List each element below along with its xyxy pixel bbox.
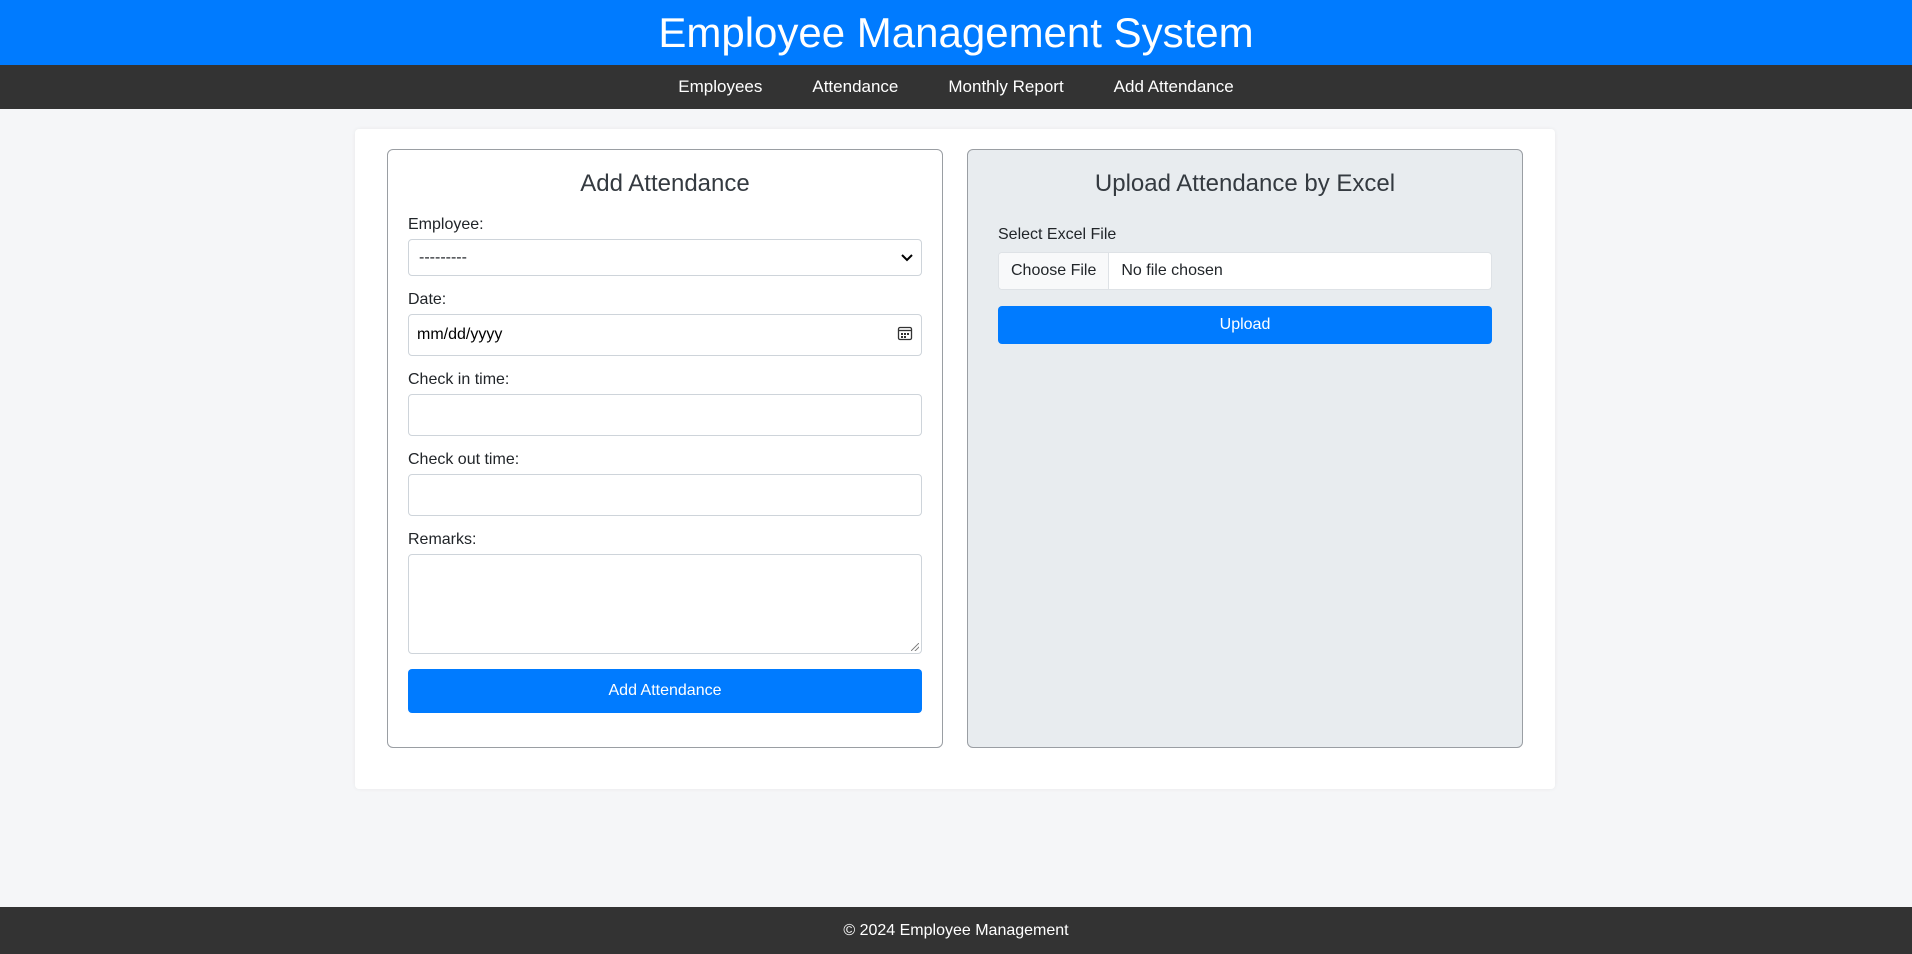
nav-item-attendance[interactable]: Attendance xyxy=(812,77,898,97)
employee-label: Employee: xyxy=(408,216,484,233)
excel-file-input[interactable]: Choose File No file chosen xyxy=(998,252,1492,290)
date-input[interactable]: mm/dd/yyyy xyxy=(408,314,922,356)
add-attendance-panel: Add Attendance Employee: --------- Date:… xyxy=(387,149,943,748)
app-title: Employee Management System xyxy=(658,8,1254,56)
nav-item-add-attendance[interactable]: Add Attendance xyxy=(1114,77,1234,97)
remarks-textarea[interactable] xyxy=(408,554,922,654)
add-attendance-form: Employee: --------- Date: mm/dd/yyyy Che… xyxy=(408,216,922,713)
main-container: Add Attendance Employee: --------- Date:… xyxy=(355,129,1555,789)
add-attendance-title: Add Attendance xyxy=(580,170,750,197)
upload-form: Select Excel File Choose File No file ch… xyxy=(998,226,1492,344)
app-header: Employee Management System xyxy=(0,0,1912,65)
date-label: Date: xyxy=(408,291,447,308)
check-out-label: Check out time: xyxy=(408,451,520,468)
upload-attendance-panel: Upload Attendance by Excel Select Excel … xyxy=(967,149,1523,748)
file-status-text: No file chosen xyxy=(1121,262,1223,279)
check-in-input[interactable] xyxy=(408,394,922,436)
choose-file-button[interactable]: Choose File xyxy=(999,253,1110,289)
resize-grip-icon[interactable] xyxy=(911,643,919,651)
nav-item-monthly-report[interactable]: Monthly Report xyxy=(948,77,1063,97)
remarks-label: Remarks: xyxy=(408,531,477,548)
chevron-down-icon xyxy=(901,249,913,267)
check-in-label: Check in time: xyxy=(408,371,510,388)
footer-text: © 2024 Employee Management xyxy=(843,921,1069,939)
employee-select[interactable]: --------- xyxy=(408,239,922,276)
date-placeholder: mm/dd/yyyy xyxy=(417,326,503,343)
add-attendance-button[interactable]: Add Attendance xyxy=(408,669,922,713)
check-out-input[interactable] xyxy=(408,474,922,516)
app-footer: © 2024 Employee Management xyxy=(0,907,1912,954)
calendar-icon[interactable] xyxy=(897,325,913,346)
nav-item-employees[interactable]: Employees xyxy=(678,77,762,97)
employee-select-value: --------- xyxy=(419,248,467,266)
upload-button[interactable]: Upload xyxy=(998,306,1492,344)
upload-attendance-title: Upload Attendance by Excel xyxy=(1094,170,1396,197)
excel-file-label: Select Excel File xyxy=(998,226,1117,243)
main-nav: Employees Attendance Monthly Report Add … xyxy=(0,65,1912,109)
